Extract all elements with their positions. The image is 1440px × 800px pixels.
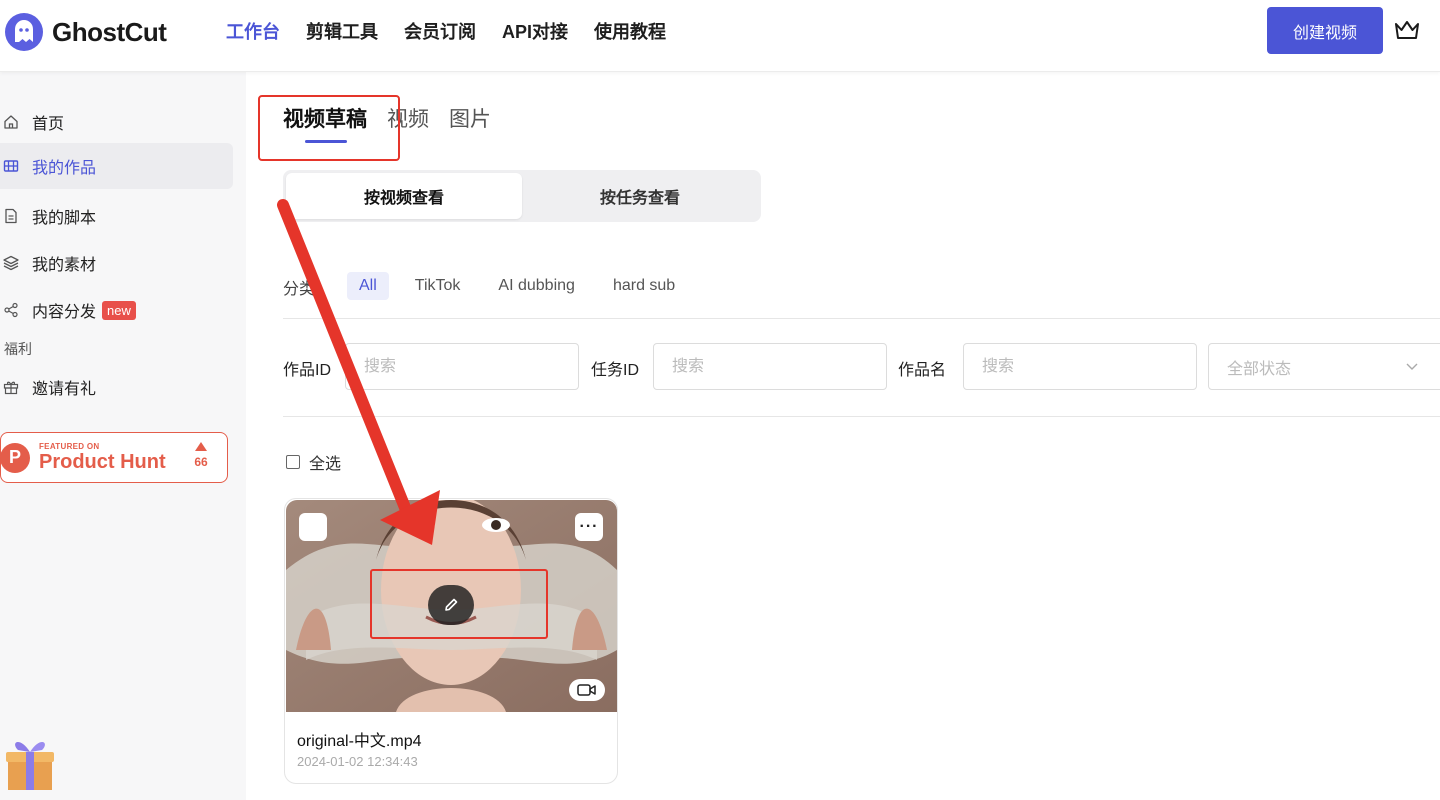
nav-tutorial[interactable]: 使用教程 (594, 20, 666, 44)
select-all-label: 全选 (309, 456, 342, 473)
nav-workbench[interactable]: 工作台 (226, 20, 280, 44)
chevron-down-icon (1406, 363, 1418, 370)
sidebar-item-invite[interactable]: 邀请有礼 (0, 364, 233, 410)
task-id-label: 任务ID (591, 362, 640, 379)
logo-text: GhostCut (52, 16, 167, 47)
chip-ai-dubbing[interactable]: AI dubbing (486, 272, 587, 300)
view-by-video-button[interactable]: 按视频查看 (286, 173, 522, 219)
producthunt-featured-text: FEATURED ON (39, 442, 100, 451)
video-type-badge (569, 679, 605, 701)
sidebar-item-my-works[interactable]: 我的作品 (0, 143, 233, 189)
create-video-button[interactable]: 创建视频 (1267, 7, 1383, 54)
divider (283, 318, 1440, 319)
sidebar-item-home[interactable]: 首页 (0, 99, 233, 145)
sidebar: 首页 我的作品 我的脚本 我的素材 内容分发 new 福利 邀请有礼 P FEA… (0, 72, 246, 800)
card-date: 2024-01-02 12:34:43 (297, 754, 418, 769)
card-select-checkbox[interactable] (299, 513, 327, 541)
checkbox-icon (286, 455, 300, 469)
logo[interactable]: GhostCut (4, 10, 167, 54)
highlight-box-tab (258, 95, 400, 161)
work-id-label: 作品ID (283, 362, 332, 379)
work-name-search-input[interactable] (963, 343, 1197, 390)
producthunt-name: Product Hunt (39, 451, 166, 473)
sidebar-section-welfare: 福利 (4, 341, 32, 357)
category-label: 分类 (283, 281, 316, 298)
new-badge: new (102, 300, 136, 320)
status-select-value: 全部状态 (1227, 360, 1292, 378)
producthunt-badge[interactable]: P FEATURED ON Product Hunt 66 (0, 432, 228, 483)
more-options-button[interactable]: ··· (575, 513, 603, 541)
sidebar-item-label: 我的素材 (32, 257, 97, 274)
sidebar-item-label: 内容分发 (32, 304, 97, 321)
divider (283, 416, 1440, 417)
nav-edit-tools[interactable]: 剪辑工具 (306, 20, 378, 44)
work-name-label: 作品名 (898, 362, 947, 379)
crown-icon[interactable] (1393, 16, 1421, 44)
producthunt-votes: 66 (191, 442, 211, 469)
nav-subscription[interactable]: 会员订阅 (404, 20, 476, 44)
highlight-box-edit (370, 569, 548, 639)
view-by-task-button[interactable]: 按任务查看 (522, 173, 758, 219)
card-title: original-中文.mp4 (297, 733, 422, 750)
film-icon (3, 160, 19, 172)
video-card[interactable]: ··· original-中文.mp4 2024-01-02 12:34:43 (284, 498, 618, 784)
category-chips: All TikTok AI dubbing hard sub (347, 272, 687, 300)
view-mode-switch: 按视频查看 按任务查看 (283, 170, 761, 222)
task-id-search-input[interactable] (653, 343, 887, 390)
select-all-checkbox[interactable]: 全选 (286, 450, 341, 474)
sidebar-item-label: 我的作品 (32, 160, 97, 177)
sidebar-item-my-scripts[interactable]: 我的脚本 (0, 193, 233, 239)
chip-tiktok[interactable]: TikTok (403, 272, 473, 300)
document-icon (5, 208, 17, 224)
top-header: GhostCut 工作台 剪辑工具 会员订阅 API对接 使用教程 创建视频 (0, 0, 1440, 72)
work-id-search-input[interactable] (345, 343, 579, 390)
producthunt-logo-icon: P (0, 442, 30, 473)
sidebar-item-label: 邀请有礼 (32, 381, 97, 398)
share-icon (4, 302, 18, 318)
sidebar-item-label: 我的脚本 (32, 210, 97, 227)
ghost-logo-icon (5, 13, 43, 51)
home-icon (4, 115, 18, 129)
status-select[interactable]: 全部状态 (1208, 343, 1440, 390)
sidebar-item-distribution[interactable]: 内容分发 new (0, 287, 233, 333)
nav-api[interactable]: API对接 (502, 20, 568, 44)
gift-box-icon[interactable] (2, 730, 58, 792)
sidebar-item-label: 首页 (32, 116, 65, 133)
upvote-triangle-icon (195, 442, 207, 451)
main-nav: 工作台 剪辑工具 会员订阅 API对接 使用教程 (226, 20, 666, 44)
layers-icon (3, 255, 19, 271)
video-camera-icon (577, 684, 596, 696)
gift-icon (3, 381, 19, 395)
chip-hard-sub[interactable]: hard sub (601, 272, 687, 300)
sidebar-item-my-assets[interactable]: 我的素材 (0, 240, 233, 286)
tab-images[interactable]: 图片 (449, 106, 491, 134)
chip-all[interactable]: All (347, 272, 389, 300)
producthunt-vote-count: 66 (194, 455, 208, 469)
